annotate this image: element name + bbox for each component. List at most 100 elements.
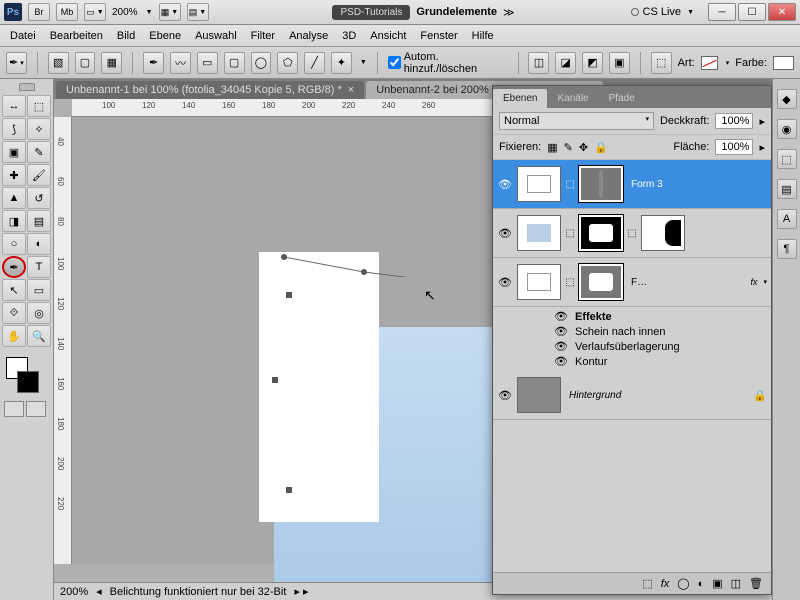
- menu-ebene[interactable]: Ebene: [149, 30, 181, 42]
- 3d-camera-tool[interactable]: ◎: [27, 302, 51, 324]
- lock-all-icon[interactable]: 🔒: [594, 141, 608, 154]
- heal-tool[interactable]: ✚: [2, 164, 26, 186]
- visibility-icon[interactable]: 👁: [553, 355, 569, 368]
- shape-tool[interactable]: ▭: [27, 279, 51, 301]
- pen-shape-icon[interactable]: ✒: [143, 52, 164, 74]
- fx-icon[interactable]: fx: [661, 578, 670, 590]
- crop-tool[interactable]: ▣: [2, 141, 26, 163]
- rect-shape-icon[interactable]: ▭: [197, 52, 218, 74]
- background-color[interactable]: [17, 371, 39, 393]
- line-shape-icon[interactable]: ╱: [304, 52, 325, 74]
- 3d-tool[interactable]: ⟐: [2, 302, 26, 324]
- visibility-icon[interactable]: 👁: [553, 325, 569, 338]
- extra-mask-thumb[interactable]: [641, 215, 685, 251]
- eyedropper-tool[interactable]: ✎: [27, 141, 51, 163]
- custom-shape-icon[interactable]: ✦: [331, 52, 352, 74]
- workspace-name[interactable]: Grundelemente: [416, 6, 497, 18]
- visibility-icon[interactable]: 👁: [497, 178, 513, 191]
- mask-icon[interactable]: ◯: [677, 577, 689, 590]
- type-tool[interactable]: T: [27, 256, 51, 278]
- style-none-swatch[interactable]: [701, 56, 718, 70]
- pen-tool[interactable]: ✒: [2, 256, 26, 278]
- standard-mode-icon[interactable]: [4, 401, 24, 417]
- layer-thumb[interactable]: [517, 215, 561, 251]
- lock-trans-icon[interactable]: ▦: [547, 141, 557, 154]
- path-select-tool[interactable]: ↖: [2, 279, 26, 301]
- eraser-tool[interactable]: ◨: [2, 210, 26, 232]
- path-mode[interactable]: ▢: [75, 52, 96, 74]
- menu-bild[interactable]: Bild: [117, 30, 135, 42]
- effect-item[interactable]: Verlaufsüberlagerung: [575, 341, 680, 353]
- lock-move-icon[interactable]: ✥: [579, 141, 588, 154]
- anchor-point[interactable]: [286, 292, 292, 298]
- toolbox-collapse-icon[interactable]: [19, 83, 35, 91]
- maximize-button[interactable]: ☐: [738, 3, 766, 21]
- anchor-point[interactable]: [286, 487, 292, 493]
- menu-fenster[interactable]: Fenster: [420, 30, 457, 42]
- link-icon[interactable]: ⬚: [565, 277, 575, 288]
- ruler-vertical[interactable]: 406080100120140160180200220: [54, 117, 72, 564]
- vector-mask-thumb[interactable]: [579, 264, 623, 300]
- minibridge-button[interactable]: Mb: [56, 3, 78, 21]
- blend-mode-select[interactable]: Normal ▾: [499, 112, 654, 130]
- link-layers-icon[interactable]: ⬚: [642, 577, 652, 590]
- fx-badge[interactable]: fx: [750, 277, 757, 287]
- layer-name[interactable]: Hintergrund: [565, 390, 749, 401]
- layer-name[interactable]: F…: [627, 277, 746, 288]
- dodge-tool[interactable]: ◐: [27, 233, 51, 255]
- dock-char-icon[interactable]: A: [777, 209, 797, 229]
- gradient-tool[interactable]: ▤: [27, 210, 51, 232]
- screenmode-button[interactable]: ▭▼: [84, 3, 106, 21]
- dock-para-icon[interactable]: ¶: [777, 239, 797, 259]
- fill-input[interactable]: 100%: [715, 139, 753, 155]
- minimize-button[interactable]: ─: [708, 3, 736, 21]
- shape-dropdown-icon[interactable]: ▼: [360, 59, 367, 66]
- combine-add-icon[interactable]: ◫: [528, 52, 549, 74]
- layer-name[interactable]: Form 3: [627, 179, 767, 190]
- menu-3d[interactable]: 3D: [342, 30, 356, 42]
- layer-row[interactable]: 👁 ⬚ Form 3: [493, 160, 771, 209]
- cslive-button[interactable]: CS Live▼: [631, 6, 694, 18]
- lasso-tool[interactable]: ⟆: [2, 118, 26, 140]
- dock-color-icon[interactable]: ◉: [777, 119, 797, 139]
- layer-row[interactable]: 👁 Hintergrund 🔒: [493, 371, 771, 420]
- menu-hilfe[interactable]: Hilfe: [472, 30, 494, 42]
- tab-kanaele[interactable]: Kanäle: [547, 89, 598, 108]
- layer-row[interactable]: 👁 ⬚ ⬚: [493, 209, 771, 258]
- brush-tool[interactable]: 🖌: [27, 164, 51, 186]
- layer-row[interactable]: 👁 ⬚ F… fx▾: [493, 258, 771, 307]
- new-layer-icon[interactable]: ◫: [731, 577, 741, 590]
- zoom-readout[interactable]: 200%: [60, 586, 88, 598]
- menu-auswahl[interactable]: Auswahl: [195, 30, 237, 42]
- link-icon[interactable]: ⬚: [627, 228, 637, 239]
- wand-tool[interactable]: ✧: [27, 118, 51, 140]
- stamp-tool[interactable]: ▲: [2, 187, 26, 209]
- dock-adjust-icon[interactable]: ⬚: [777, 149, 797, 169]
- link-icon[interactable]: ⬚: [565, 228, 575, 239]
- color-wells[interactable]: [6, 357, 47, 393]
- extras-button[interactable]: ▤▼: [187, 3, 209, 21]
- history-brush-tool[interactable]: ↺: [27, 187, 51, 209]
- polygon-shape-icon[interactable]: ⬠: [277, 52, 298, 74]
- blur-tool[interactable]: ○: [2, 233, 26, 255]
- layer-thumb[interactable]: [517, 166, 561, 202]
- opacity-input[interactable]: 100%: [715, 113, 753, 129]
- menu-datei[interactable]: Datei: [10, 30, 36, 42]
- visibility-icon[interactable]: 👁: [497, 227, 513, 240]
- link-icon[interactable]: ⬚: [651, 52, 672, 74]
- color-swatch[interactable]: [773, 56, 794, 70]
- menu-ansicht[interactable]: Ansicht: [370, 30, 406, 42]
- auto-add-delete-check[interactable]: Autom. hinzuf./löschen: [388, 51, 508, 75]
- visibility-icon[interactable]: 👁: [553, 310, 569, 323]
- anchor-point[interactable]: [272, 377, 278, 383]
- bridge-button[interactable]: Br: [28, 3, 50, 21]
- move-tool[interactable]: ↔: [2, 95, 26, 117]
- effect-item[interactable]: Kontur: [575, 356, 607, 368]
- doc-tab-1[interactable]: Unbenannt-1 bei 100% (fotolia_34045 Kopi…: [56, 81, 364, 99]
- effect-item[interactable]: Schein nach innen: [575, 326, 666, 338]
- quickmask-mode-icon[interactable]: [26, 401, 46, 417]
- zoom-tool[interactable]: 🔍: [27, 325, 51, 347]
- vector-mask-thumb[interactable]: [579, 166, 623, 202]
- group-icon[interactable]: ▣: [712, 577, 722, 590]
- arrange-button[interactable]: ▦▼: [159, 3, 181, 21]
